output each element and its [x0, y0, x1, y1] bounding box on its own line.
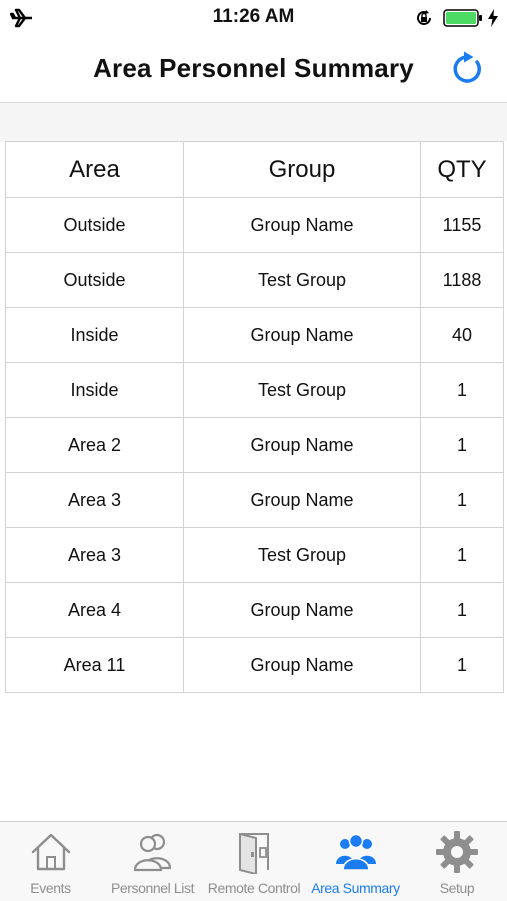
- area-cell: Area 11: [5, 637, 184, 693]
- tab-setup[interactable]: Setup: [407, 822, 507, 901]
- refresh-icon[interactable]: [448, 50, 486, 88]
- tab-label: Personnel List: [110, 880, 195, 896]
- group-icon: [335, 833, 376, 871]
- table-row[interactable]: Outside Group Name 1155: [5, 197, 504, 253]
- tab-label: Remote Control: [207, 880, 301, 896]
- qty-cell: 1: [420, 472, 504, 528]
- qty-cell: 40: [420, 307, 504, 363]
- tab-label: Events: [30, 880, 71, 896]
- table-row[interactable]: Area 2 Group Name 1: [5, 417, 504, 473]
- table-row[interactable]: Area 3 Test Group 1: [5, 527, 504, 583]
- table-row[interactable]: Outside Test Group 1188: [5, 252, 504, 308]
- door-icon: [239, 833, 269, 874]
- battery-icon: [443, 9, 482, 27]
- area-cell: Area 2: [5, 417, 184, 473]
- column-header-group: Group: [183, 141, 421, 198]
- area-summary-table: Area Group QTY Outside Group Name 1155 O…: [5, 141, 504, 693]
- qty-cell: 1155: [420, 197, 504, 253]
- home-icon: [31, 833, 70, 871]
- group-cell: Group Name: [183, 582, 421, 638]
- charging-bolt-icon: [488, 9, 498, 27]
- area-cell: Area 3: [5, 527, 184, 583]
- qty-cell: 1: [420, 637, 504, 693]
- tab-events[interactable]: Events: [0, 822, 101, 901]
- qty-cell: 1: [420, 417, 504, 473]
- column-header-qty: QTY: [420, 141, 504, 198]
- tab-remote-control[interactable]: Remote Control: [204, 822, 304, 901]
- table-row[interactable]: Inside Test Group 1: [5, 362, 504, 418]
- page-title: Area Personnel Summary: [93, 53, 414, 83]
- qty-cell: 1: [420, 362, 504, 418]
- group-cell: Group Name: [183, 637, 421, 693]
- group-cell: Group Name: [183, 472, 421, 528]
- qty-cell: 1188: [420, 252, 504, 308]
- group-cell: Group Name: [183, 307, 421, 363]
- tab-label: Setup: [439, 880, 475, 896]
- group-cell: Test Group: [183, 252, 421, 308]
- navigation-bar: Area Personnel Summary: [0, 36, 507, 103]
- tab-personnel-list[interactable]: Personnel List: [101, 822, 204, 901]
- table-row[interactable]: Area 3 Group Name 1: [5, 472, 504, 528]
- tab-label: Area Summary: [311, 880, 400, 896]
- area-cell: Inside: [5, 362, 184, 418]
- column-header-area: Area: [5, 141, 184, 198]
- orientation-lock-icon: [417, 10, 431, 25]
- header-spacer: [0, 103, 507, 141]
- group-cell: Group Name: [183, 417, 421, 473]
- tab-bar: Events Personnel List Remote Control Are…: [0, 821, 507, 901]
- area-cell: Area 4: [5, 582, 184, 638]
- area-cell: Area 3: [5, 472, 184, 528]
- table-row[interactable]: Inside Group Name 40: [5, 307, 504, 363]
- table-header-row: Area Group QTY: [5, 141, 504, 198]
- status-bar: 11:26 AM: [0, 0, 507, 36]
- qty-cell: 1: [420, 527, 504, 583]
- qty-cell: 1: [420, 582, 504, 638]
- area-cell: Outside: [5, 252, 184, 308]
- people-icon: [133, 833, 171, 872]
- group-cell: Test Group: [183, 527, 421, 583]
- area-cell: Outside: [5, 197, 184, 253]
- area-cell: Inside: [5, 307, 184, 363]
- group-cell: Test Group: [183, 362, 421, 418]
- table-row[interactable]: Area 11 Group Name 1: [5, 637, 504, 693]
- table-row[interactable]: Area 4 Group Name 1: [5, 582, 504, 638]
- group-cell: Group Name: [183, 197, 421, 253]
- gear-icon: [436, 831, 478, 873]
- tab-area-summary[interactable]: Area Summary: [304, 822, 407, 901]
